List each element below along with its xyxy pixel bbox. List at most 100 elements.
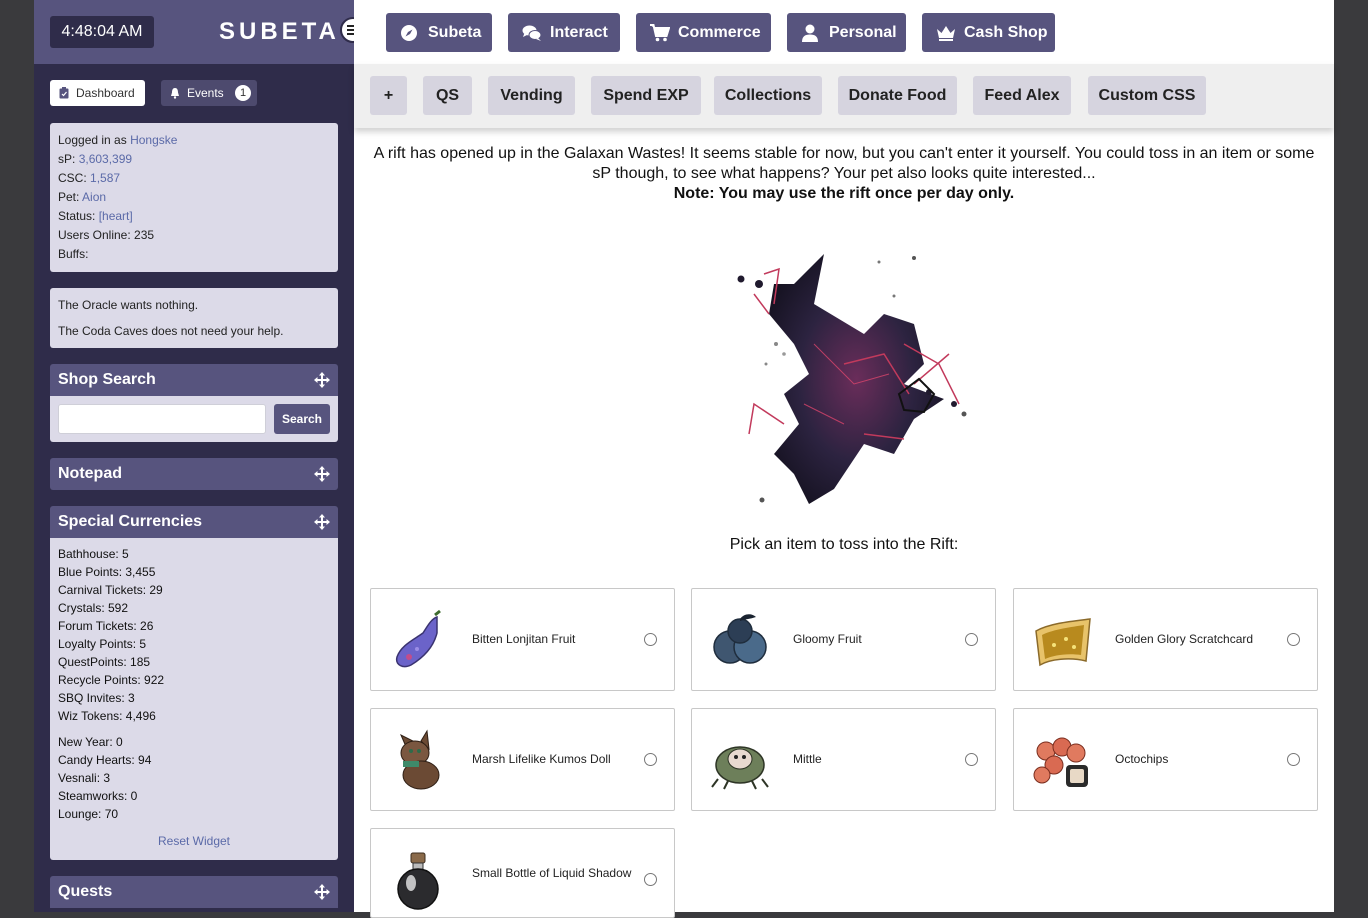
sp-value[interactable]: 3,603,399 — [79, 152, 132, 166]
golden-glory-scratchcard-icon — [1035, 618, 1091, 667]
quicklink-custom-css[interactable]: Custom CSS — [1088, 76, 1206, 115]
app: 4:48:04 AM SUBETA Dashboard Events 1 Log… — [34, 0, 1334, 918]
bell-icon — [171, 88, 179, 99]
clock: 4:48:04 AM — [50, 16, 154, 48]
quick-links-bar: + QS Vending Spend EXP Collections Donat… — [354, 64, 1334, 128]
shop-search-title: Shop Search — [58, 371, 156, 388]
coda-caves-message: The Coda Caves does not need your help. — [58, 324, 284, 338]
pet-link[interactable]: Aion — [82, 190, 106, 204]
item-radio[interactable] — [965, 633, 978, 646]
small-bottle-of-liquid-shadow-icon — [397, 852, 439, 910]
currency-item: Blue Points: 3,455 — [58, 565, 156, 579]
item-radio[interactable] — [644, 873, 657, 886]
user-icon — [802, 24, 818, 42]
quests-header[interactable]: Quests — [50, 876, 338, 908]
item-radio[interactable] — [1287, 753, 1300, 766]
csc-line: CSC: 1,587 — [58, 169, 330, 188]
quests-title: Quests — [58, 883, 113, 900]
currency-list-seasonal: New Year: 0 Candy Hearts: 94 Vesnali: 3 … — [50, 725, 338, 823]
currency-item: Forum Tickets: 26 — [58, 619, 154, 633]
events-button[interactable]: Events 1 — [161, 80, 257, 106]
item-card[interactable]: Octochips — [1013, 708, 1318, 811]
notepad-title: Notepad — [58, 465, 122, 482]
move-icon[interactable] — [314, 514, 330, 530]
dashboard-button[interactable]: Dashboard — [50, 80, 145, 106]
item-name: Gloomy Fruit — [793, 632, 862, 646]
quicklink-add[interactable]: + — [370, 76, 407, 115]
sp-label: sP: — [58, 152, 76, 166]
cart-icon — [650, 24, 670, 42]
notepad-header[interactable]: Notepad — [50, 458, 338, 490]
nav-interact[interactable]: Interact — [508, 13, 620, 52]
username-link[interactable]: Hongske — [130, 133, 177, 147]
marsh-lifelike-kumos-doll-icon — [400, 729, 440, 790]
top-nav: Subeta Interact Commerce Personal Cash S… — [354, 0, 1334, 64]
item-card[interactable]: Mittle — [691, 708, 996, 811]
item-radio[interactable] — [965, 753, 978, 766]
special-currencies-body: Bathhouse: 5 Blue Points: 3,455 Carnival… — [50, 538, 338, 860]
item-name: Bitten Lonjitan Fruit — [472, 632, 576, 646]
shop-search-button[interactable]: Search — [274, 404, 330, 434]
move-icon[interactable] — [314, 884, 330, 900]
nav-subeta-label: Subeta — [428, 24, 482, 41]
quicklink-spend-exp[interactable]: Spend EXP — [591, 76, 701, 115]
status-label: Status: — [58, 209, 96, 223]
crown-icon — [937, 26, 955, 41]
item-card[interactable]: Bitten Lonjitan Fruit — [370, 588, 675, 691]
rift-note: Note: You may use the rift once per day … — [673, 185, 1015, 202]
oracle-panel: The Oracle wants nothing. The Coda Caves… — [50, 288, 338, 348]
quicklink-vending[interactable]: Vending — [488, 76, 575, 115]
special-currencies-title: Special Currencies — [58, 513, 203, 530]
gloomy-fruit-icon — [713, 614, 767, 664]
move-icon[interactable] — [314, 372, 330, 388]
item-name: Small Bottle of Liquid Shadow — [472, 865, 632, 880]
csc-value[interactable]: 1,587 — [90, 171, 120, 185]
item-card[interactable]: Gloomy Fruit — [691, 588, 996, 691]
item-name: Mittle — [793, 752, 822, 766]
item-card[interactable]: Small Bottle of Liquid Shadow — [370, 828, 675, 918]
item-name: Marsh Lifelike Kumos Doll — [472, 752, 611, 766]
galaxan-rift-image — [737, 254, 967, 504]
logged-in-line: Logged in as Hongske — [58, 131, 330, 150]
quicklink-qs[interactable]: QS — [423, 76, 472, 115]
currency-item: SBQ Invites: 3 — [58, 691, 135, 705]
nav-commerce-label: Commerce — [678, 24, 761, 41]
item-radio[interactable] — [1287, 633, 1300, 646]
quicklink-feed-alex[interactable]: Feed Alex — [973, 76, 1071, 115]
rift-description: A rift has opened up in the Galaxan Wast… — [373, 145, 1315, 182]
nav-interact-label: Interact — [550, 24, 608, 41]
mittle-icon — [711, 746, 769, 790]
currency-item: Wiz Tokens: 4,496 — [58, 709, 156, 723]
csc-label: CSC: — [58, 171, 87, 185]
quicklink-donate-food[interactable]: Donate Food — [838, 76, 957, 115]
currency-item: Candy Hearts: 94 — [58, 753, 152, 767]
oracle-message: The Oracle wants nothing. — [58, 298, 199, 312]
sidebar: 4:48:04 AM SUBETA Dashboard Events 1 Log… — [34, 0, 366, 912]
item-card[interactable]: Marsh Lifelike Kumos Doll — [370, 708, 675, 811]
nav-personal-label: Personal — [829, 24, 897, 41]
events-count-badge: 1 — [235, 85, 251, 101]
reset-widget-link[interactable]: Reset Widget — [50, 834, 338, 848]
shop-search-input[interactable] — [58, 404, 266, 434]
currency-item: Steamworks: 0 — [58, 789, 138, 803]
bitten-lonjitan-fruit-icon — [395, 609, 441, 668]
currency-item: Lounge: 70 — [58, 807, 119, 821]
item-radio[interactable] — [644, 753, 657, 766]
rift-intro: A rift has opened up in the Galaxan Wast… — [354, 144, 1334, 204]
nav-cash-shop[interactable]: Cash Shop — [922, 13, 1055, 52]
item-name: Golden Glory Scratchcard — [1115, 632, 1254, 646]
user-info-panel: Logged in as Hongske sP: 3,603,399 CSC: … — [50, 123, 338, 272]
nav-personal[interactable]: Personal — [787, 13, 906, 52]
item-card[interactable]: Golden Glory Scratchcard — [1013, 588, 1318, 691]
sp-line: sP: 3,603,399 — [58, 150, 330, 169]
quicklink-collections[interactable]: Collections — [714, 76, 822, 115]
nav-commerce[interactable]: Commerce — [636, 13, 771, 52]
special-currencies-header[interactable]: Special Currencies — [50, 506, 338, 538]
shop-search-header[interactable]: Shop Search — [50, 364, 338, 396]
site-logo[interactable]: SUBETA — [219, 17, 340, 47]
nav-subeta[interactable]: Subeta — [386, 13, 492, 52]
item-radio[interactable] — [644, 633, 657, 646]
move-icon[interactable] — [314, 466, 330, 482]
nav-cash-shop-label: Cash Shop — [964, 24, 1048, 41]
status-link[interactable]: [heart] — [99, 209, 133, 223]
